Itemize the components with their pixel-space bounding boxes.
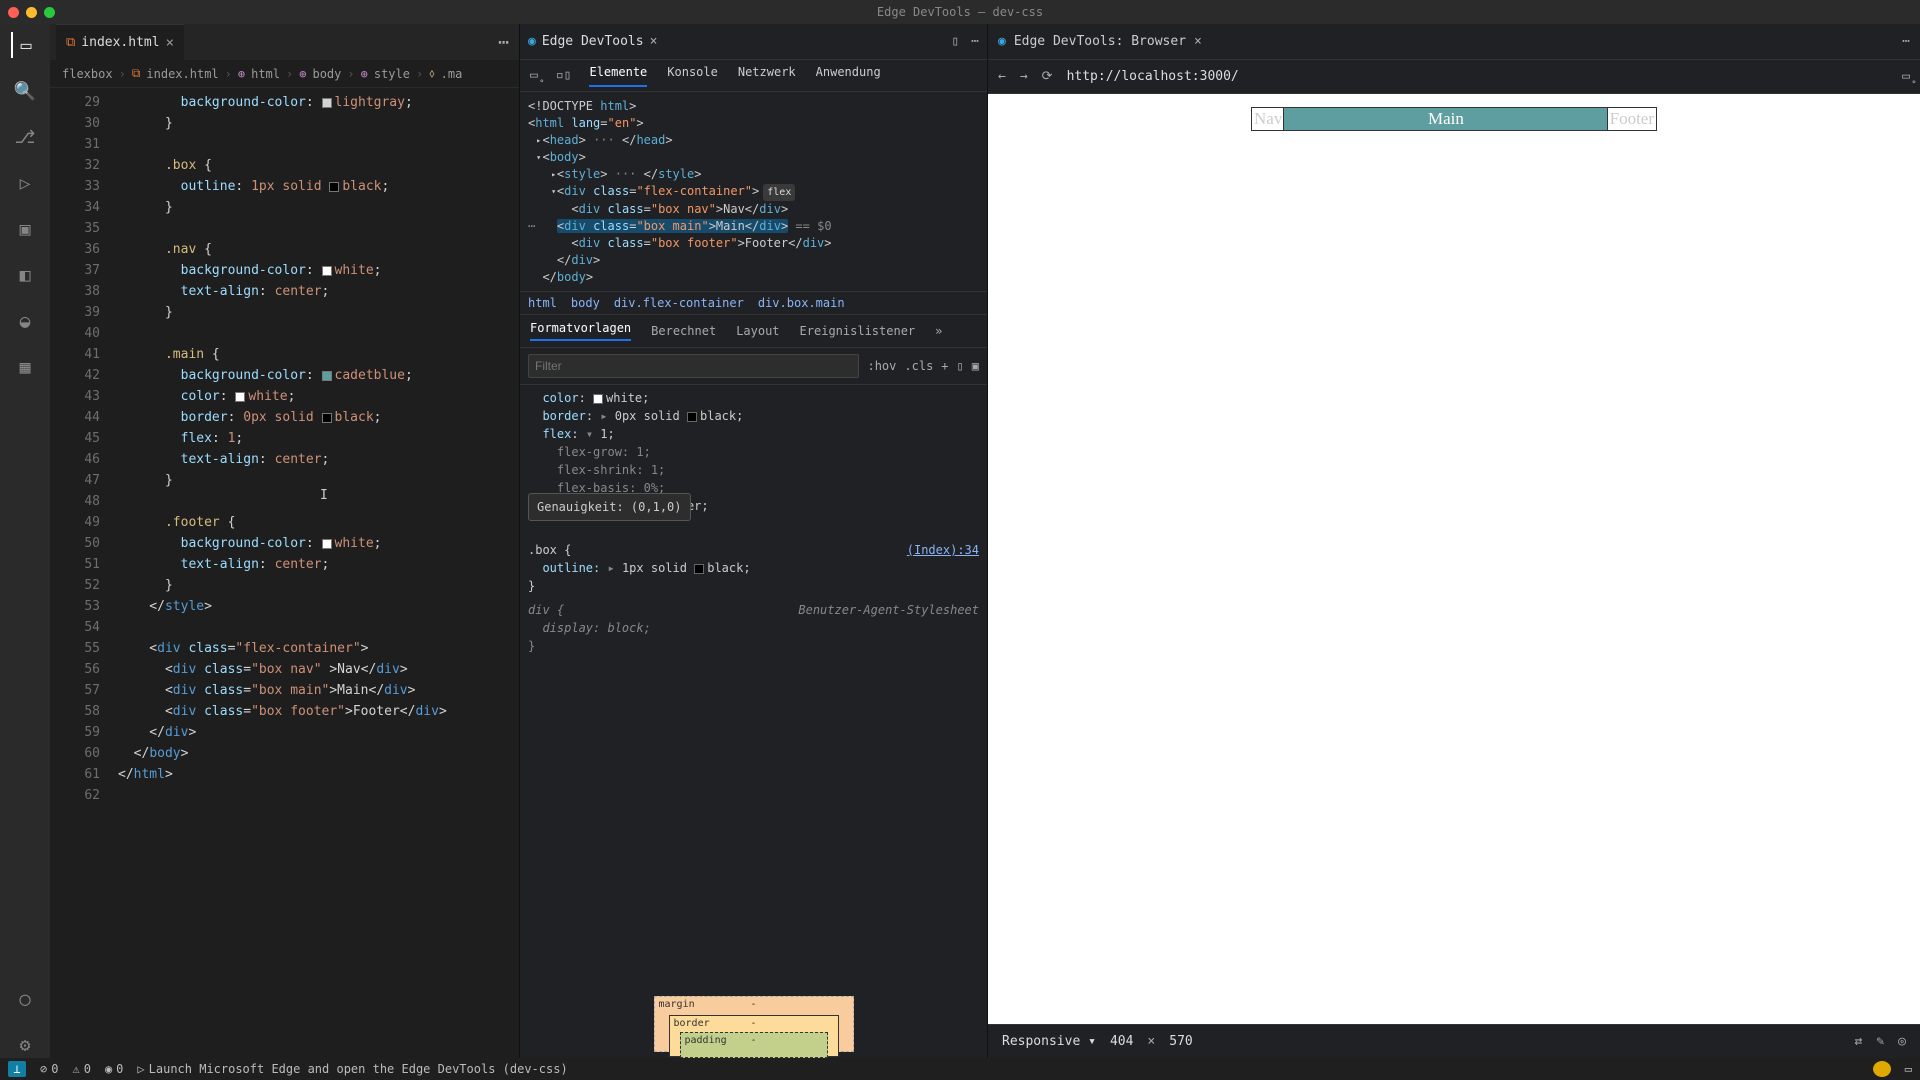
device-mode[interactable]: Responsive ▾ [1002,1034,1096,1049]
line-gutter: 2930313233343536373839404142434445464748… [50,88,110,806]
inspect-icon[interactable]: ▭̥ [530,68,538,83]
explorer-icon[interactable]: ▭ [11,32,37,58]
dom-tree[interactable]: <!DOCTYPE html> <html lang="en"> ▸<head>… [520,92,987,292]
edge-icon[interactable]: ◒ [12,308,38,334]
forward-icon[interactable]: → [1020,69,1028,84]
source-control-icon[interactable]: ⎇ [12,124,38,150]
close-tab-icon[interactable]: × [166,35,174,51]
browser-urlbar: ← → ⟳ http://localhost:3000/ ▭̥ [988,60,1920,94]
activity-bar: ▭ 🔍 ⎇ ▷ ▣ ◧ ◒ ▦ ◯ ⚙ [0,24,50,1058]
extensions-icon[interactable]: ▣ [12,216,38,242]
tab-index-html[interactable]: ⧉ index.html × [56,24,184,60]
render-nav: Nav [1252,108,1284,130]
traffic-lights [8,7,55,18]
devtools-toolbar: ▭̥ ▫▯ Elemente Konsole Netzwerk Anwendun… [520,60,987,92]
ports-count[interactable]: ◉ 0 [105,1062,123,1076]
tab-ereignis[interactable]: Ereignislistener [800,324,916,338]
cls-toggle[interactable]: .cls [904,359,933,373]
status-bar: ⟂ ⊘ 0 ⚠ 0 ◉ 0 ▷ Launch Microsoft Edge an… [0,1058,1920,1080]
screenshot-icon[interactable]: ◎ [1898,1034,1906,1049]
close-tab-icon[interactable]: × [1194,34,1202,49]
source-link[interactable]: (Index):34 [907,541,979,559]
code-editor[interactable]: 2930313233343536373839404142434445464748… [50,88,519,1058]
bell-icon[interactable]: ▭ [1905,1062,1912,1076]
render-main: Main [1284,108,1607,130]
more-icon[interactable]: ⋯ [1902,34,1910,49]
panel-icon[interactable]: ▣ [972,359,979,373]
more-tabs-icon[interactable]: » [935,324,942,338]
tab-devtools[interactable]: ◉ Edge DevTools × [528,34,657,49]
run-debug-icon[interactable]: ▷ [12,170,38,196]
tab-label: Edge DevTools: Browser [1014,34,1186,49]
styles-body[interactable]: color: white; border: ▸ 0px solid black;… [520,385,987,992]
tab-netzwerk[interactable]: Netzwerk [738,65,796,87]
errors-count[interactable]: ⊘ 0 [40,1062,58,1076]
close-window-icon[interactable] [8,7,19,18]
more-actions-icon[interactable]: ⋯ [498,32,509,53]
text-cursor-icon: I [320,485,328,506]
filter-input[interactable] [528,354,859,378]
styles-tabs: Formatvorlagen Berechnet Layout Ereignis… [520,315,987,348]
tab-berechnet[interactable]: Berechnet [651,324,716,338]
window-titlebar: Edge DevTools — dev-css [0,0,1920,24]
tab-konsole[interactable]: Konsole [667,65,718,87]
warnings-count[interactable]: ⚠ 0 [72,1062,90,1076]
browser-viewport: Nav Main Footer [988,94,1920,1024]
settings-gear-icon[interactable]: ⚙ [12,1032,38,1058]
more-icon[interactable]: ⋯ [971,34,979,49]
chevron-down-icon: ▾ [1088,1034,1096,1049]
breadcrumb[interactable]: flexbox› ⧉index.html› ⊕html› ⊕body› ⊕sty… [50,60,519,88]
browser-panel: ◉ Edge DevTools: Browser × ⋯ ← → ⟳ http:… [988,24,1920,1058]
ruler-icon[interactable]: ✎ [1876,1034,1884,1049]
pictures-icon[interactable]: ▦ [12,354,38,380]
code-lines: background-color: lightgray; } .box { ou… [50,88,519,785]
devtools-tabstrip: ◉ Edge DevTools × ▯ ⋯ [520,24,987,60]
device-height[interactable]: 570 [1169,1034,1192,1049]
html-file-icon: ⧉ [66,35,75,50]
render-footer: Footer [1608,108,1656,130]
close-tab-icon[interactable]: × [650,34,658,49]
devtools-panel: ◉ Edge DevTools × ▯ ⋯ ▭̥ ▫▯ Elemente Kon… [520,24,988,1058]
tab-layout[interactable]: Layout [736,324,779,338]
rendered-page: Nav Main Footer [1252,108,1656,130]
minimize-window-icon[interactable] [26,7,37,18]
tab-formatvorlagen[interactable]: Formatvorlagen [530,321,631,341]
remote-indicator-icon[interactable]: ⟂ [8,1061,26,1077]
remote-icon[interactable]: ◧ [12,262,38,288]
status-badge-icon[interactable] [1873,1061,1891,1077]
editor-tabs: ⧉ index.html × ⋯ [50,24,519,60]
reload-icon[interactable]: ⟳ [1042,69,1053,84]
maximize-window-icon[interactable] [44,7,55,18]
tab-filename: index.html [81,35,159,50]
rotate-icon[interactable]: ⇄ [1855,1034,1863,1049]
device-width[interactable]: 404 [1110,1034,1133,1049]
browser-tabstrip: ◉ Edge DevTools: Browser × ⋯ [988,24,1920,60]
tab-elemente[interactable]: Elemente [589,65,647,87]
tab-anwendung[interactable]: Anwendung [816,65,881,87]
window-title: Edge DevTools — dev-css [877,5,1043,19]
pin-icon[interactable]: ▯ [957,359,964,373]
account-icon[interactable]: ◯ [12,986,38,1012]
url-field[interactable]: http://localhost:3000/ [1067,69,1889,84]
editor-panel: ⧉ index.html × ⋯ flexbox› ⧉index.html› ⊕… [50,24,520,1058]
times-icon: × [1147,1034,1155,1049]
search-icon[interactable]: 🔍 [12,78,38,104]
device-icon[interactable]: ▫▯ [556,68,572,83]
dom-breadcrumb[interactable]: html body div.flex-container div.box.mai… [520,292,987,315]
back-icon[interactable]: ← [998,69,1006,84]
edge-logo-icon: ◉ [998,34,1006,49]
edge-logo-icon: ◉ [528,34,536,49]
launch-edge-button[interactable]: ▷ Launch Microsoft Edge and open the Edg… [137,1062,567,1076]
specificity-tooltip: Genauigkeit: (0,1,0) [528,493,691,521]
box-model: margin- border- padding- [520,992,987,1058]
tab-label: Edge DevTools [542,34,644,49]
device-emulation-bar: Responsive ▾ 404 × 570 ⇄ ✎ ◎ [988,1024,1920,1058]
split-icon[interactable]: ▯ [951,34,959,49]
inspect-icon[interactable]: ▭̥ [1902,69,1910,84]
hov-toggle[interactable]: :hov [867,359,896,373]
add-rule-icon[interactable]: + [941,359,948,373]
styles-filter-row: :hov .cls + ▯ ▣ [520,348,987,385]
